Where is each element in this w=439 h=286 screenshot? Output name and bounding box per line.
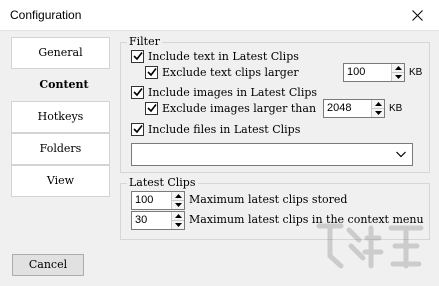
latest-clips-group-title: Latest Clips — [127, 176, 198, 189]
checkmark-icon — [146, 104, 157, 113]
checkmark-icon — [132, 125, 143, 134]
exclude-text-checkbox[interactable] — [145, 65, 158, 79]
close-button[interactable] — [395, 0, 439, 31]
include-images-label: Include images in Latest Clips — [148, 85, 318, 99]
checkmark-icon — [132, 52, 143, 61]
spin-down-button[interactable] — [372, 108, 384, 117]
tab-label: Folders — [39, 142, 82, 155]
image-size-value[interactable]: 2048 — [324, 100, 371, 117]
max-stored-value[interactable]: 100 — [132, 192, 171, 209]
text-size-unit: KB — [409, 67, 423, 78]
arrow-up-icon — [174, 194, 182, 198]
include-images-option[interactable]: Include images in Latest Clips — [131, 84, 317, 100]
text-size-spinner[interactable]: 100 — [343, 63, 405, 82]
text-size-value[interactable]: 100 — [344, 64, 391, 81]
spin-up-button[interactable] — [372, 100, 384, 108]
arrow-down-icon — [174, 203, 182, 207]
file-filter-dropdown[interactable] — [131, 143, 413, 166]
exclude-text-label: Exclude text clips larger — [162, 65, 299, 79]
image-size-spinner[interactable]: 2048 — [323, 99, 385, 118]
tab-folders[interactable]: Folders — [11, 133, 110, 165]
arrow-up-icon — [394, 66, 402, 70]
tab-label: Content — [39, 78, 89, 91]
max-stored-label: Maximum latest clips stored — [189, 193, 348, 206]
spinner-arrows — [391, 64, 404, 81]
exclude-images-checkbox[interactable] — [145, 101, 158, 115]
close-icon — [411, 10, 423, 21]
tab-label: Hotkeys — [37, 110, 84, 123]
title-bar: Configuration — [0, 0, 439, 31]
spin-up-button[interactable] — [392, 64, 404, 72]
checkmark-icon — [146, 68, 157, 77]
arrow-up-icon — [174, 214, 182, 218]
exclude-images-label: Exclude images larger than — [162, 101, 317, 115]
exclude-text-option[interactable]: Exclude text clips larger — [145, 64, 299, 80]
tab-hotkeys[interactable]: Hotkeys — [11, 101, 110, 133]
include-images-checkbox[interactable] — [131, 85, 144, 99]
watermark-logo — [316, 223, 424, 269]
chevron-down-icon — [396, 151, 406, 158]
tab-general[interactable]: General — [11, 37, 110, 69]
settings-nav: General Content Hotkeys Folders View — [11, 37, 117, 197]
max-context-spinner[interactable]: 30 — [131, 211, 185, 230]
window-title: Configuration — [10, 8, 82, 22]
spinner-arrows — [171, 192, 184, 209]
max-context-value[interactable]: 30 — [132, 212, 171, 229]
spinner-arrows — [371, 100, 384, 117]
include-files-option[interactable]: Include files in Latest Clips — [131, 121, 300, 137]
image-size-unit: KB — [389, 103, 403, 114]
spin-down-button[interactable] — [172, 200, 184, 209]
tab-label: General — [38, 46, 83, 59]
arrow-down-icon — [394, 75, 402, 79]
include-text-checkbox[interactable] — [131, 49, 144, 63]
include-files-label: Include files in Latest Clips — [148, 122, 301, 136]
arrow-down-icon — [374, 111, 382, 115]
spinner-arrows — [171, 212, 184, 229]
max-stored-spinner[interactable]: 100 — [131, 191, 185, 210]
arrow-up-icon — [374, 102, 382, 106]
include-text-option[interactable]: Include text in Latest Clips — [131, 48, 299, 64]
include-files-checkbox[interactable] — [131, 122, 144, 136]
spin-up-button[interactable] — [172, 212, 184, 220]
spin-up-button[interactable] — [172, 192, 184, 200]
spin-down-button[interactable] — [172, 220, 184, 229]
filter-group-title: Filter — [127, 35, 162, 48]
cancel-button[interactable]: Cancel — [12, 254, 84, 276]
arrow-down-icon — [174, 223, 182, 227]
tab-view[interactable]: View — [11, 165, 110, 197]
exclude-images-option[interactable]: Exclude images larger than — [145, 100, 316, 116]
tab-content[interactable]: Content — [11, 69, 117, 101]
checkmark-icon — [132, 88, 143, 97]
spin-down-button[interactable] — [392, 72, 404, 81]
include-text-label: Include text in Latest Clips — [148, 49, 299, 63]
tab-label: View — [46, 174, 75, 187]
